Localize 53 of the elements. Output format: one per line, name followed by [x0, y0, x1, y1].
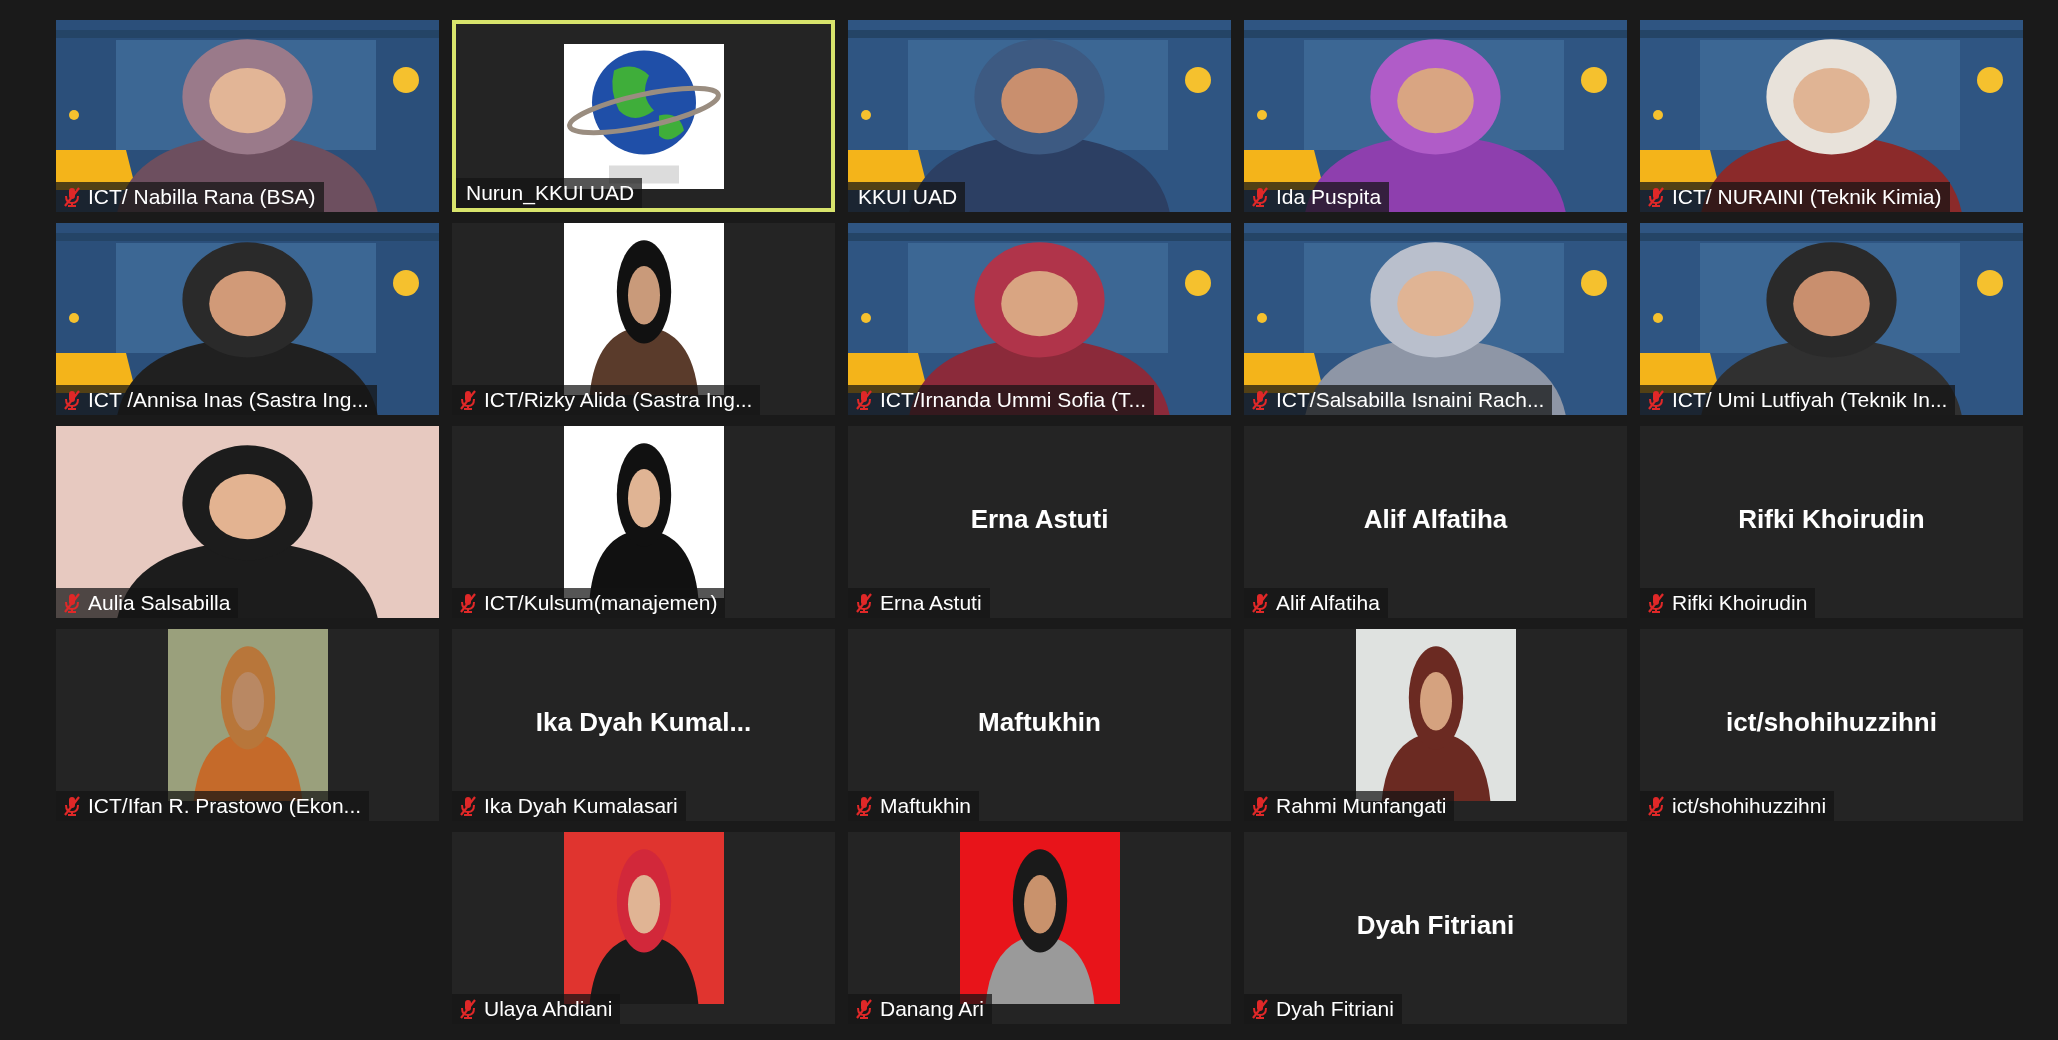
video-tile[interactable]: ICT/ Nabilla Rana (BSA)	[56, 20, 439, 212]
participant-name: Ida Puspita	[1276, 185, 1382, 209]
video-tile[interactable]: ICT/ Umi Lutfiyah (Teknik In...	[1640, 223, 2023, 415]
participant-name: Erna Astuti	[969, 504, 1110, 535]
participant-name: Alif Alfatiha	[1362, 504, 1509, 535]
participant-name: ict/shohihuzzihni	[1672, 794, 1827, 818]
participant-name: ICT/ Nabilla Rana (BSA)	[88, 185, 316, 209]
participant-name: Rifki Khoirudin	[1737, 504, 1926, 535]
video-tile[interactable]: ICT/Irnanda Ummi Sofia (T...	[848, 223, 1231, 415]
participant-name: Alif Alfatiha	[1276, 591, 1380, 615]
video-tile[interactable]: Rahmi Munfangati	[1244, 629, 1627, 821]
participant-name: Dyah Fitriani	[1276, 997, 1394, 1021]
participant-name: ICT/Ifan R. Prastowo (Ekon...	[88, 794, 362, 818]
participant-name: Aulia Salsabilla	[88, 591, 231, 615]
participant-name: ICT/Salsabilla Isnaini Rach...	[1276, 388, 1545, 412]
participant-name: ICT/Irnanda Ummi Sofia (T...	[880, 388, 1147, 412]
video-tile[interactable]: ICT/Rizky Alida (Sastra Ing...	[452, 223, 835, 415]
video-tile[interactable]: ICT /Annisa Inas (Sastra Ing...	[56, 223, 439, 415]
video-tile[interactable]: ICT/Ifan R. Prastowo (Ekon...	[56, 629, 439, 821]
video-tile[interactable]: Dyah Fitriani Dyah Fitriani	[1244, 832, 1627, 1024]
video-tile[interactable]: ICT/Salsabilla Isnaini Rach...	[1244, 223, 1627, 415]
participant-name: ICT/ Umi Lutfiyah (Teknik In...	[1672, 388, 1948, 412]
participant-name: ICT/ NURAINI (Teknik Kimia)	[1672, 185, 1942, 209]
participant-name: Maftukhin	[880, 794, 972, 818]
video-tile[interactable]: Ika Dyah Kumal... Ika Dyah Kumalasari	[452, 629, 835, 821]
video-tile[interactable]: Rifki Khoirudin Rifki Khoirudin	[1640, 426, 2023, 618]
participant-name: Erna Astuti	[880, 591, 982, 615]
video-tile[interactable]: Ida Puspita	[1244, 20, 1627, 212]
participant-name: Danang Ari	[880, 997, 984, 1021]
video-tile[interactable]: ict/shohihuzzihni ict/shohihuzzihni	[1640, 629, 2023, 821]
participant-name: ict/shohihuzzihni	[1725, 707, 1938, 738]
participant-name: Dyah Fitriani	[1355, 910, 1516, 941]
video-tile[interactable]: Erna Astuti Erna Astuti	[848, 426, 1231, 618]
participant-name: Maftukhin	[977, 707, 1102, 738]
video-tile[interactable]: ICT/ NURAINI (Teknik Kimia)	[1640, 20, 2023, 212]
video-tile[interactable]: ICT/Kulsum(manajemen)	[452, 426, 835, 618]
participant-name: KKUI UAD	[858, 185, 958, 209]
participant-name: Rahmi Munfangati	[1276, 794, 1447, 818]
video-tile[interactable]: Maftukhin Maftukhin	[848, 629, 1231, 821]
video-tile[interactable]: Danang Ari	[848, 832, 1231, 1024]
video-tile[interactable]: Alif Alfatiha Alif Alfatiha	[1244, 426, 1627, 618]
participant-name: Rifki Khoirudin	[1672, 591, 1808, 615]
participant-name: Ika Dyah Kumalasari	[484, 794, 678, 818]
participant-name: ICT /Annisa Inas (Sastra Ing...	[88, 388, 369, 412]
participant-name: Nurun_KKUI UAD	[466, 181, 635, 205]
participant-name: Ika Dyah Kumal...	[534, 707, 753, 738]
video-tile[interactable]: KKUI UAD	[848, 20, 1231, 212]
video-tile[interactable]: Ulaya Ahdiani	[452, 832, 835, 1024]
participant-name: Ulaya Ahdiani	[484, 997, 613, 1021]
participant-name: ICT/Rizky Alida (Sastra Ing...	[484, 388, 753, 412]
participant-name: ICT/Kulsum(manajemen)	[484, 591, 718, 615]
video-tile[interactable]: Nurun_KKUI UAD	[452, 20, 835, 212]
video-tile[interactable]: Aulia Salsabilla	[56, 426, 439, 618]
